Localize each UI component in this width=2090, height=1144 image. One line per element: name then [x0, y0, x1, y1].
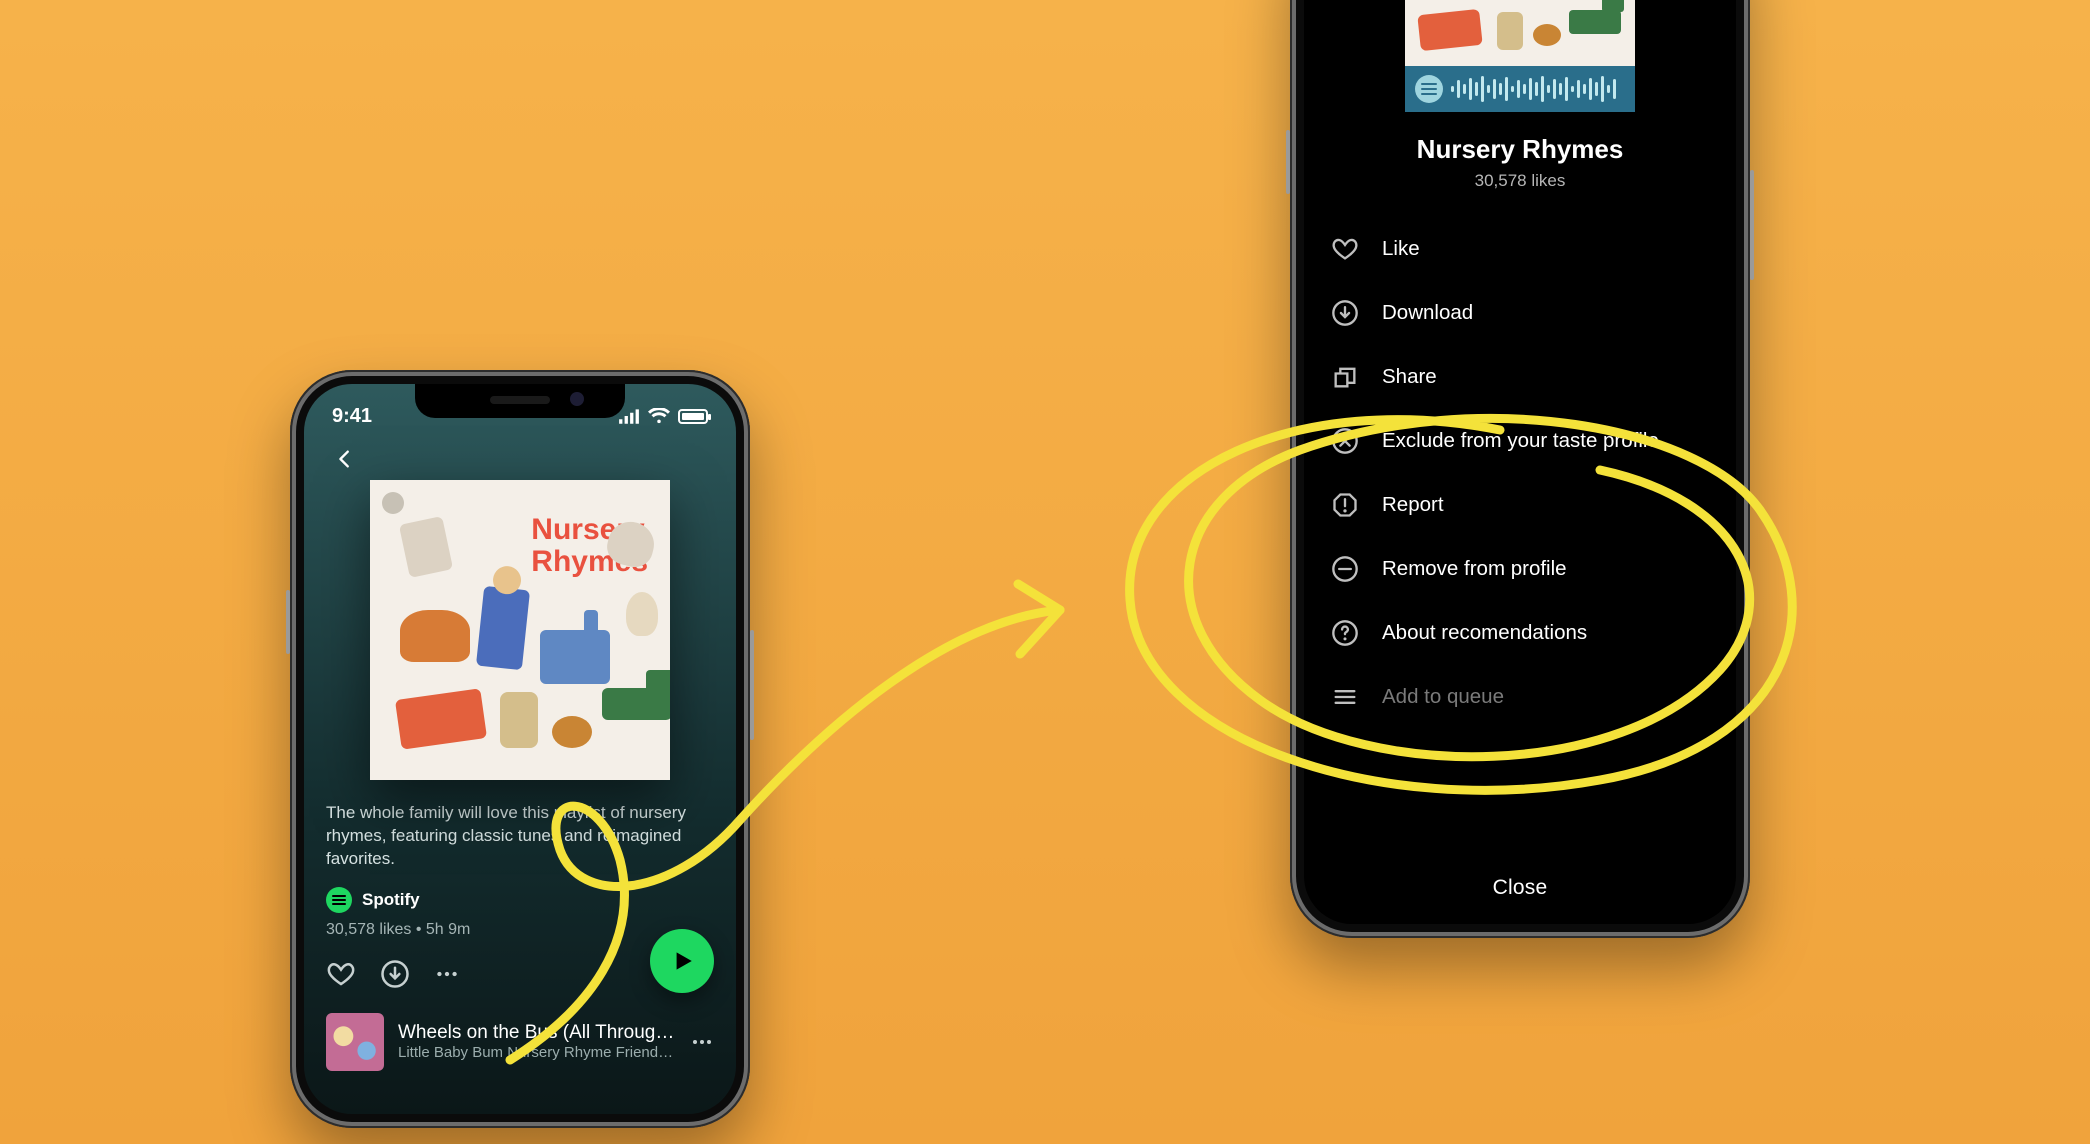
download-icon [1330, 298, 1360, 328]
menu-item-share[interactable]: Share [1330, 345, 1710, 409]
phone-left-screen: 9:41 Nursery Rhymes [304, 384, 736, 1114]
battery-icon [678, 409, 708, 424]
menu-item-label: Exclude from your taste profile [1382, 429, 1659, 453]
menu-item-label: Download [1382, 301, 1473, 325]
track-subtitle: Little Baby Bum Nursery Rhyme Friends • … [398, 1044, 676, 1061]
spotify-icon [326, 887, 352, 913]
playlist-meta: 30,578 likes • 5h 9m [326, 921, 714, 939]
playlist-cover-wrap: Nursery Rhymes [326, 480, 714, 780]
menu-item-label: Share [1382, 365, 1437, 389]
report-icon [1330, 490, 1360, 520]
menu-item-label: Add to queue [1382, 685, 1504, 709]
download-icon [380, 959, 410, 989]
close-button[interactable]: Close [1493, 876, 1548, 900]
more-icon [690, 1030, 714, 1054]
spotify-code-strip [1405, 66, 1635, 112]
track-more-button[interactable] [690, 1030, 714, 1054]
menu-item-label: About recomendations [1382, 621, 1587, 645]
track-title: Wheels on the Bus (All Through t… [398, 1022, 676, 1044]
chevron-left-icon [334, 448, 356, 470]
menu-item-queue[interactable]: Add to queue [1330, 665, 1710, 729]
download-button[interactable] [380, 959, 410, 989]
playlist-description: The whole family will love this playlist… [326, 802, 714, 871]
meta-separator: • [411, 921, 426, 938]
phone-right-frame: Nursery Rhymes 30,578 likes Like Download… [1290, 0, 1750, 938]
phone-left-frame: 9:41 Nursery Rhymes [290, 370, 750, 1128]
playlist-likes: 30,578 likes [326, 921, 411, 938]
context-sheet: Nursery Rhymes 30,578 likes Like Download… [1304, 0, 1736, 924]
menu-item-report[interactable]: Report [1330, 473, 1710, 537]
exclude-icon [1330, 426, 1360, 456]
cellular-icon [618, 408, 640, 424]
playlist-duration: 5h 9m [426, 921, 470, 938]
sheet-cover [1405, 0, 1635, 112]
playlist-owner-name: Spotify [362, 890, 420, 910]
context-menu: Like Download Share Exclude from your taste… [1330, 217, 1710, 729]
menu-item-heart[interactable]: Like [1330, 217, 1710, 281]
like-button[interactable] [326, 959, 356, 989]
more-icon [434, 961, 460, 987]
menu-item-label: Report [1382, 493, 1444, 517]
play-icon [669, 948, 695, 974]
status-time: 9:41 [332, 405, 372, 428]
track-artwork [326, 1013, 384, 1071]
heart-icon [1330, 234, 1360, 264]
menu-item-label: Like [1382, 237, 1420, 261]
remove-icon [1330, 554, 1360, 584]
play-button[interactable] [650, 929, 714, 993]
sheet-title: Nursery Rhymes [1417, 134, 1624, 165]
about-icon [1330, 618, 1360, 648]
back-button[interactable] [326, 440, 364, 478]
wifi-icon [648, 408, 670, 424]
queue-icon [1330, 682, 1360, 712]
menu-item-remove[interactable]: Remove from profile [1330, 537, 1710, 601]
more-button[interactable] [434, 961, 460, 987]
heart-icon [326, 959, 356, 989]
menu-item-about[interactable]: About recomendations [1330, 601, 1710, 665]
menu-item-download[interactable]: Download [1330, 281, 1710, 345]
track-row[interactable]: Wheels on the Bus (All Through t… Little… [326, 1013, 714, 1071]
phone-right-screen: Nursery Rhymes 30,578 likes Like Download… [1304, 0, 1736, 924]
spotify-logo-on-cover [382, 492, 404, 514]
sheet-likes: 30,578 likes [1475, 171, 1566, 191]
playlist-cover[interactable]: Nursery Rhymes [370, 480, 670, 780]
playlist-owner-row[interactable]: Spotify [326, 887, 714, 913]
share-icon [1330, 362, 1360, 392]
notch [415, 384, 625, 418]
menu-item-exclude[interactable]: Exclude from your taste profile [1330, 409, 1710, 473]
menu-item-label: Remove from profile [1382, 557, 1567, 581]
spotify-icon [1415, 75, 1443, 103]
